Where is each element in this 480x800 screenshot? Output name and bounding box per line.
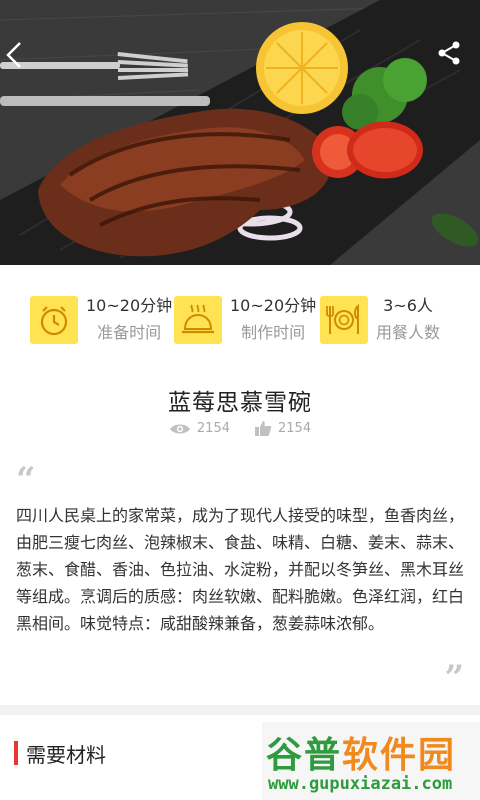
stat-value: 10~20分钟 xyxy=(86,296,173,315)
stat-label: 制作时间 xyxy=(241,323,306,342)
steak-photo xyxy=(0,0,480,265)
back-button[interactable] xyxy=(4,40,40,76)
stat-label: 用餐人数 xyxy=(376,323,441,342)
stat-cook-time: 10~20分钟 制作时间 xyxy=(174,292,316,348)
page-title: 蓝莓思慕雪碗 xyxy=(168,390,312,416)
cutlery-icon xyxy=(320,296,368,344)
views-value: 2154 xyxy=(196,421,230,436)
stat-servings: 3~6人 用餐人数 xyxy=(320,292,440,348)
views-count: 2154 xyxy=(169,421,230,436)
recipe-description: 四川人民桌上的家常菜，成为了现代人接受的味型，鱼香肉丝，由肥三瘦七肉丝、泡辣椒末… xyxy=(16,506,465,633)
stat-value: 3~6人 xyxy=(383,296,433,315)
hero-image xyxy=(0,0,480,265)
ingredients-section-header: 需要材料 xyxy=(14,740,106,767)
cloche-icon xyxy=(174,296,222,344)
thumbs-up-icon xyxy=(255,421,272,436)
clock-icon xyxy=(30,296,78,344)
stat-prep-time: 10~20分钟 准备时间 xyxy=(30,292,172,348)
recipe-counts: 2154 2154 xyxy=(0,420,480,437)
stat-label: 准备时间 xyxy=(97,323,162,342)
stat-value: 10~20分钟 xyxy=(230,296,317,315)
section-accent-bar xyxy=(14,741,18,765)
watermark-url: www.gupuxiazai.com xyxy=(268,774,453,794)
section-divider xyxy=(0,705,480,715)
share-button[interactable] xyxy=(436,40,472,76)
close-quote-icon: ” xyxy=(444,658,464,698)
share-icon xyxy=(438,41,460,65)
recipe-stats: 10~20分钟 准备时间 10~20分钟 制作时间 3~6人 用餐人数 xyxy=(0,292,480,348)
watermark-brand: 谷普软件园 xyxy=(266,735,457,776)
open-quote-icon: “ xyxy=(16,460,36,500)
eye-icon xyxy=(169,424,190,433)
chevron-left-icon xyxy=(6,42,21,68)
likes-value: 2154 xyxy=(278,421,312,436)
watermark-logo: 谷普软件园 www.gupuxiazai.com xyxy=(262,722,480,800)
likes-count[interactable]: 2154 xyxy=(254,420,311,437)
section-title: 需要材料 xyxy=(26,742,106,767)
